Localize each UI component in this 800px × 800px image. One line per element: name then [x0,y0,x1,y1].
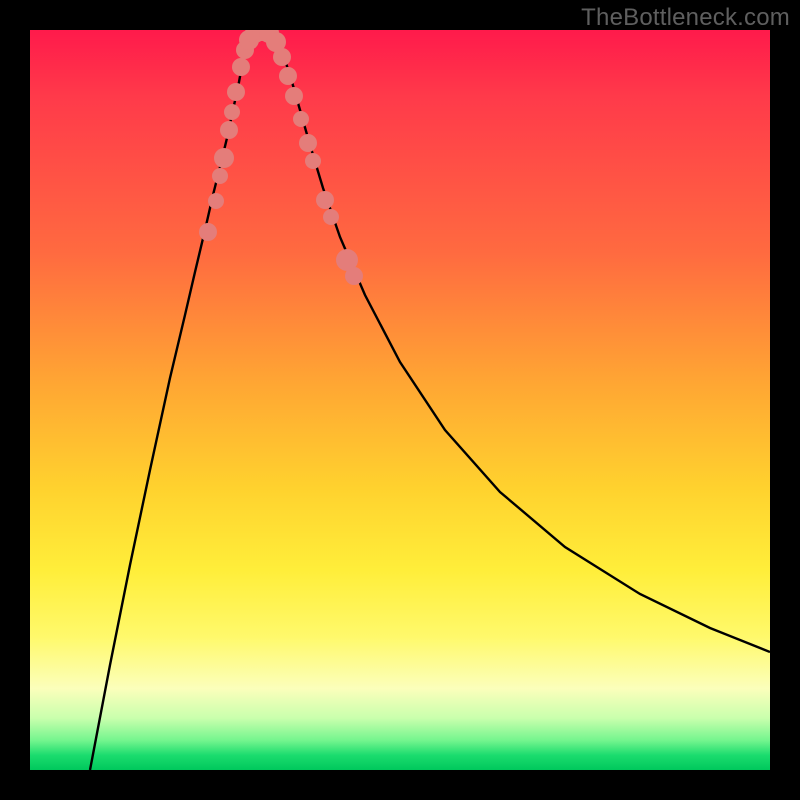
data-dot [285,87,303,105]
curve-group [90,30,770,770]
data-dot [299,134,317,152]
chart-frame: TheBottleneck.com [0,0,800,800]
data-dot [224,104,240,120]
data-dot [293,111,309,127]
data-dot [212,168,228,184]
curve-left-branch [90,33,250,770]
data-dot [345,267,363,285]
data-dot [220,121,238,139]
bottleneck-curve-svg [30,30,770,770]
data-dot [316,191,334,209]
curve-right-branch [274,35,770,652]
data-dot [214,148,234,168]
data-dot [227,83,245,101]
data-dot [232,58,250,76]
gradient-plot-area [30,30,770,770]
data-dot [273,48,291,66]
data-dot [208,193,224,209]
data-dot [199,223,217,241]
data-dot [305,153,321,169]
data-dots [199,30,363,285]
data-dot [323,209,339,225]
data-dot [279,67,297,85]
watermark-text: TheBottleneck.com [581,4,790,32]
